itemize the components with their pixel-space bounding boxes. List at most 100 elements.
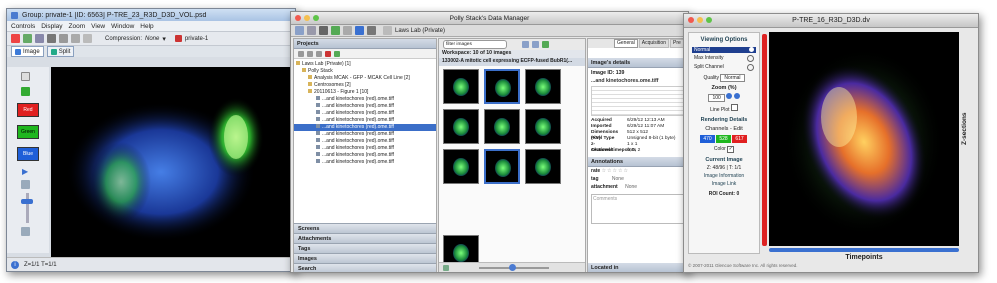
tree-item[interactable]: Centrosomes [2] [294,82,436,89]
line-plot-checkbox[interactable] [730,104,738,111]
slider-handle[interactable] [21,199,33,204]
channels-label[interactable]: Channels - Edit [689,126,759,132]
z-slider[interactable] [762,34,767,246]
image-name[interactable]: ...and kinetochores.ome.tiff [588,78,688,84]
pipette-icon[interactable] [21,87,30,96]
tab-image[interactable]: Image [11,46,44,57]
channel-528-button[interactable]: 528 [716,135,731,143]
zoom-out-icon[interactable] [726,93,733,99]
channel-green-button[interactable]: Green [17,125,39,139]
new-icon[interactable] [298,50,304,57]
star-rating[interactable]: ☆☆☆☆☆ [602,168,629,174]
tab-preview[interactable]: Pre [669,39,684,48]
search-icon[interactable] [355,26,364,35]
z-slider[interactable] [26,193,29,223]
menu-window[interactable]: Window [111,23,134,30]
channel-red-button[interactable]: Red [17,103,39,117]
accordion-images[interactable]: Images [294,253,436,263]
zoom-in-icon[interactable] [21,180,30,189]
import-icon[interactable] [319,26,328,35]
layout-icon[interactable] [522,41,529,48]
tree-item[interactable]: Laws Lab (Private) [1] [294,61,436,68]
settings-icon[interactable] [83,34,92,43]
menu-controls[interactable]: Controls [11,23,35,30]
maximize-icon[interactable] [706,17,712,23]
save-icon[interactable] [11,34,20,43]
refresh-icon[interactable] [542,41,549,48]
t-slider[interactable] [769,248,959,252]
accordion-tags[interactable]: Tags [294,243,436,253]
zoom-input[interactable]: 100 [708,94,725,102]
option-max-intensity[interactable]: Max Intensity [692,55,756,62]
view-icon[interactable] [295,26,304,35]
channel-470-button[interactable]: 470 [700,135,715,143]
close-icon[interactable] [295,15,301,21]
image-canvas[interactable] [51,67,291,257]
table-icon[interactable] [532,41,539,48]
menu-zoom[interactable]: Zoom [69,23,86,30]
quality-select[interactable]: Normal [720,74,745,82]
image-thumbnail[interactable] [525,149,561,184]
refresh-icon[interactable] [331,26,340,35]
group-label[interactable]: Laws Lab (Private) [395,28,445,34]
maximize-icon[interactable] [313,15,319,21]
refresh-icon[interactable] [334,50,340,57]
delete-icon[interactable] [325,50,331,57]
tree-item[interactable]: 20110613 - Figure 1 [10] [294,89,436,96]
menu-help[interactable]: Help [140,23,153,30]
tree-item[interactable]: ...and kinetochores (red).ome.tiff [294,152,436,159]
accordion-screens[interactable]: Screens [294,223,436,233]
tree-item[interactable]: ...and kinetochores (red).ome.tiff [294,159,436,166]
option-split-channel[interactable]: Split Channel [692,64,756,71]
histogram-icon[interactable] [21,72,30,81]
tab-split[interactable]: Split [46,46,75,57]
image-thumbnail[interactable] [484,69,520,104]
filter-input[interactable]: filter images [443,40,507,49]
camera-icon[interactable] [71,34,80,43]
channel-617-button[interactable]: 617 [732,135,747,143]
tab-general[interactable]: General [614,39,638,48]
tree-item[interactable]: ...and kinetochores (red).ome.tiff [294,145,436,152]
accordion-search[interactable]: Search [294,263,436,272]
close-icon[interactable] [688,17,694,23]
image-thumbnail[interactable] [443,69,479,104]
tree-item[interactable]: ...and kinetochores (red).ome.tiff [294,110,436,117]
tree-item[interactable]: ...and kinetochores (red).ome.tiff [294,117,436,124]
image-info-link[interactable]: Image Information [689,173,759,179]
tree-item[interactable]: ...and kinetochores (red).ome.tiff [294,131,436,138]
image-thumbnail[interactable] [484,149,520,184]
menu-view[interactable]: View [91,23,105,30]
play-icon[interactable]: ▶ [22,167,28,176]
located-header[interactable]: Located in [588,263,688,272]
tree-item[interactable]: ...and kinetochores (red).ome.tiff [294,96,436,103]
minimize-icon[interactable] [304,15,310,21]
settings-icon[interactable] [367,26,376,35]
tree-item[interactable]: ...and kinetochores (red).ome.tiff [294,103,436,110]
zoom-in-icon[interactable] [733,93,740,99]
channel-blue-button[interactable]: Blue [17,147,39,161]
tab-acquisition[interactable]: Acquisition [638,39,669,48]
copy-icon[interactable] [307,50,313,57]
tree-item[interactable]: Analysis MCAK - GFP - MCAK Cell Line [2] [294,75,436,82]
rotate-icon[interactable] [35,34,44,43]
user-icon[interactable] [343,26,352,35]
tree-item[interactable]: ...and kinetochores (red).ome.tiff [294,138,436,145]
slider-handle[interactable] [509,264,516,271]
image-canvas[interactable] [769,32,959,246]
minimize-icon[interactable] [697,17,703,23]
image-thumbnail[interactable] [484,109,520,144]
image-thumbnail[interactable] [443,149,479,184]
image-thumbnail[interactable] [525,69,561,104]
zoom-out-icon[interactable] [21,227,30,236]
menu-display[interactable]: Display [41,23,62,30]
refresh-icon[interactable] [23,34,32,43]
grid-icon[interactable] [307,26,316,35]
chevron-down-icon[interactable]: ▾ [162,35,166,43]
grid-icon[interactable] [59,34,68,43]
image-thumbnail[interactable] [443,109,479,144]
copy-icon[interactable] [47,34,56,43]
info-icon[interactable]: i [11,260,19,269]
compression-value[interactable]: None [145,36,159,42]
image-thumbnail[interactable] [525,109,561,144]
zoom-out-icon[interactable] [443,265,449,271]
